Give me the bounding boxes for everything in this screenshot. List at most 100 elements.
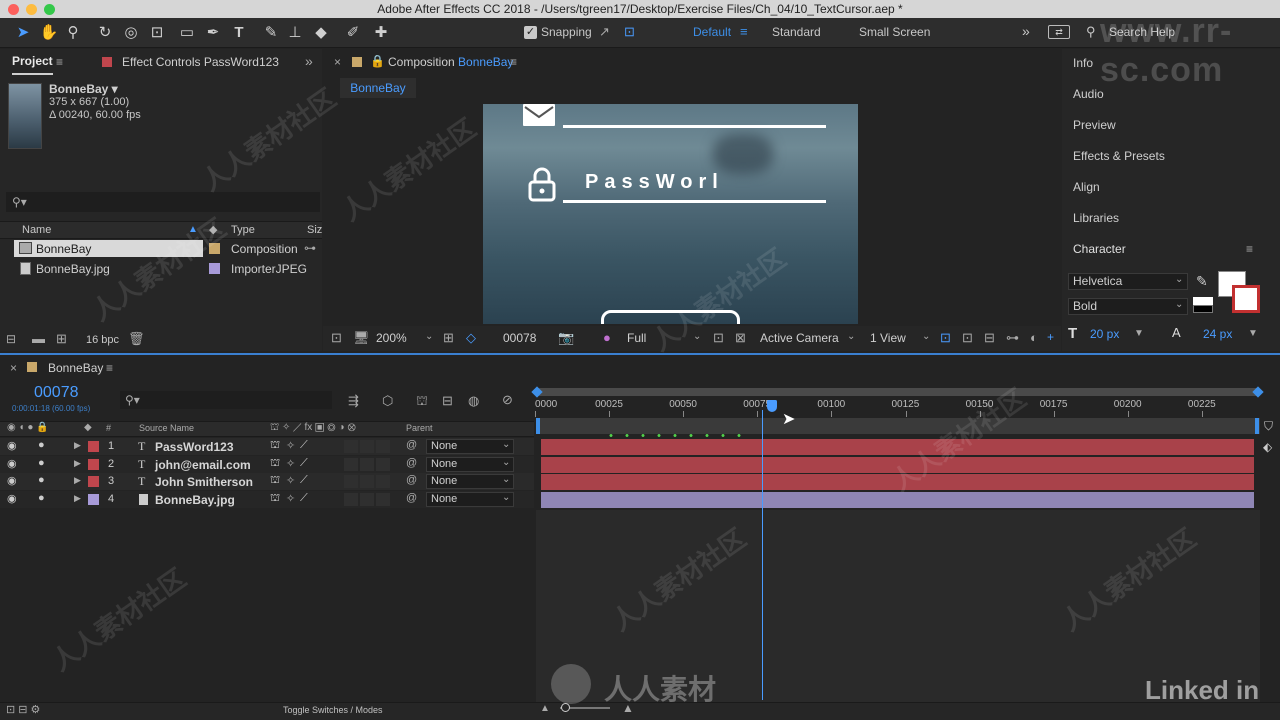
trash-icon[interactable]: 🗑 [128,331,145,347]
expand-layer-icon[interactable]: ▶ [74,440,81,451]
black-swatch[interactable] [1193,305,1213,313]
tab-project[interactable]: Project [12,49,53,75]
rotate-tool-icon[interactable]: ↻ [94,22,116,44]
quality-switch-icon[interactable]: ⟋ [300,492,308,505]
clone-stamp-tool-icon[interactable]: ⊥ [284,22,306,44]
hide-shy-layers-icon[interactable]: ⛫ [416,393,428,411]
snap-feature-icon[interactable]: ⊡ [624,24,635,40]
composition-panel-menu-icon[interactable]: ≡ [510,55,517,69]
new-composition-icon[interactable]: ⊞ [56,331,67,347]
pen-tool-icon[interactable]: ✒ [202,22,224,44]
blank-switch[interactable] [360,475,374,488]
chevron-down-icon[interactable]: ⌄ [502,492,510,503]
chevron-down-icon[interactable]: ⌄ [502,439,510,450]
label-column-icon[interactable]: ◆ [209,223,217,236]
close-window-button[interactable] [8,4,19,15]
layer-row[interactable]: ◉ ● ▶ 2 Tjohn@email.com ⛫ ✧ ⟋ @ None ⌄ [0,455,534,473]
blank-switch[interactable] [376,440,390,453]
blank-switch[interactable] [360,457,374,471]
puppet-pin-tool-icon[interactable]: ✚ [370,22,392,44]
blank-switch[interactable] [360,440,374,453]
parent-dropdown[interactable]: None [426,439,514,454]
quality-switch-icon[interactable]: ⟋ [300,439,308,452]
graph-editor-icon[interactable]: ⊘ [502,392,513,408]
solo-dot-icon[interactable]: ● [38,457,45,469]
composition-breadcrumb[interactable]: BonneBay [340,78,416,98]
blank-switch[interactable] [344,492,358,506]
character-panel-menu-icon[interactable]: ≡ [1246,242,1253,256]
project-search-input[interactable]: ⚲▾ [6,192,320,212]
rectangle-tool-icon[interactable]: ▭ [176,22,198,44]
reset-exposure-icon[interactable]: ◐ [1030,330,1038,345]
layer-duration-bar[interactable] [541,439,1254,455]
timeline-icon[interactable]: ⊟ [984,330,995,346]
minimize-window-button[interactable] [26,4,37,15]
column-parent[interactable]: Parent [406,423,433,433]
views-dropdown[interactable]: 1 View [870,331,906,345]
visibility-eye-icon[interactable]: ◉ [7,439,17,452]
shy-switch-icon[interactable]: ⛫ [270,492,280,506]
solo-dot-icon[interactable]: ● [38,474,45,486]
layer-label-swatch[interactable] [88,441,99,452]
blank-switch[interactable] [376,475,390,488]
visibility-eye-icon[interactable]: ◉ [7,457,17,470]
always-preview-icon[interactable]: ⊡ [331,330,342,346]
mask-visibility-icon[interactable]: ◇ [466,330,476,346]
flowchart-icon[interactable]: ⊶ [1006,330,1019,346]
column-size[interactable]: Siz [307,224,322,236]
brush-tool-icon[interactable]: ✎ [260,22,282,44]
chevron-down-icon[interactable]: ▼ [1134,328,1144,339]
snap-edge-icon[interactable]: ↗ [599,24,610,40]
layer-row[interactable]: ◉ ● ▶ 4 BonneBay.jpg ⛫ ✧ ⟋ @ None ⌄ [0,490,534,508]
resolution-dropdown[interactable]: Full [627,331,646,345]
collapse-switch-icon[interactable]: ✧ [286,457,295,470]
visibility-eye-icon[interactable]: ◉ [7,474,17,487]
new-folder-icon[interactable]: ▬ [32,331,45,346]
blank-switch[interactable] [376,457,390,471]
layer-row[interactable]: ◉ ● ▶ 3 T John Smitherson ⛫ ✧ ⟋ @ None ⌄ [0,473,534,490]
layer-label-swatch[interactable] [88,493,99,505]
solo-dot-icon[interactable]: ● [38,492,45,504]
safe-zones-icon[interactable]: ⊞ [443,330,454,346]
layer-label-swatch[interactable] [88,458,99,470]
leading-value[interactable]: 24 px [1203,327,1232,341]
parent-dropdown[interactable]: None [426,474,514,489]
close-tab-icon[interactable]: × [10,361,17,375]
canvas-password-text[interactable]: PassWorl [585,171,724,194]
toggle-pixel-aspect-icon[interactable]: ⊡ [940,330,951,346]
frame-blending-icon[interactable]: ⊟ [442,393,453,409]
current-time-display[interactable]: 00078 [503,331,536,345]
playhead-line[interactable] [762,410,763,700]
layer-duration-bar[interactable] [541,474,1254,490]
font-size-value[interactable]: 20 px [1090,327,1119,341]
chevron-down-icon[interactable]: ⌄ [502,474,510,485]
chevron-down-icon[interactable]: ⌄ [1175,274,1183,285]
preview-panel[interactable]: Preview [1073,118,1116,132]
timeline-tab-name[interactable]: BonneBay [48,361,103,375]
white-swatch[interactable] [1193,297,1213,305]
camera-orbit-tool-icon[interactable]: ◎ [120,22,142,44]
blank-switch[interactable] [344,457,358,471]
info-panel[interactable]: Info [1073,56,1093,70]
layer-name[interactable]: PassWord123 [155,440,234,454]
workspace-standard[interactable]: Standard [772,25,821,39]
tab-effect-controls[interactable]: Effect Controls PassWord123 [122,49,279,75]
shy-switch-icon[interactable]: ⛫ [270,474,280,488]
expand-layer-icon[interactable]: ▶ [74,458,81,469]
chevron-down-icon[interactable]: ⌄ [1175,299,1183,310]
search-help-icon[interactable]: ⚲ [1086,24,1096,40]
column-type[interactable]: Type [231,224,255,236]
composition-mini-flowchart-icon[interactable]: ⇶ [348,393,359,409]
shy-switch-icon[interactable]: ⛫ [270,457,280,471]
sort-ascending-icon[interactable]: ▲ [188,224,198,235]
layer-label-swatch[interactable] [88,476,99,487]
layer-name[interactable]: john@email.com [155,458,251,472]
interpret-footage-icon[interactable]: ⊟ [6,332,16,346]
workspace-small-screen[interactable]: Small Screen [859,25,930,39]
project-panel-menu-icon[interactable]: ≡ [56,55,63,69]
snapping-checkbox[interactable]: ✓ [524,26,537,39]
effects-presets-panel[interactable]: Effects & Presets [1073,149,1165,163]
chevron-down-icon[interactable]: ⌄ [922,331,930,342]
magnification-dropdown[interactable]: 200% [376,331,407,345]
zoom-slider-thumb[interactable] [561,703,570,712]
